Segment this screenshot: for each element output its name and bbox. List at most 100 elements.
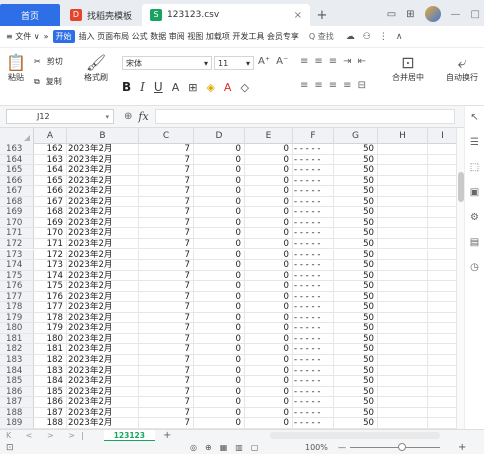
cell-i[interactable] (428, 186, 456, 197)
cell-c[interactable]: 7 (139, 207, 194, 218)
cell-a[interactable]: 172 (34, 249, 67, 261)
cell-c[interactable]: 7 (139, 323, 194, 334)
cell-b[interactable]: 2023年2月 (67, 281, 139, 292)
cell-i[interactable] (428, 313, 456, 324)
column-header-c[interactable]: C (139, 128, 194, 144)
cell-h[interactable] (378, 333, 428, 345)
cell-i[interactable] (428, 165, 456, 176)
cell-d[interactable]: 0 (194, 355, 245, 366)
cell-g[interactable]: 50 (334, 186, 378, 197)
cell-f[interactable]: - - - - - (293, 365, 334, 377)
cell-c[interactable]: 7 (139, 249, 194, 261)
cell-c[interactable]: 7 (139, 238, 194, 250)
cell-c[interactable]: 7 (139, 165, 194, 176)
cell-i[interactable] (428, 197, 456, 208)
cell-c[interactable]: 7 (139, 228, 194, 239)
cell-e[interactable]: 0 (245, 386, 293, 398)
align-top-icon[interactable]: ≡ (300, 56, 308, 67)
sheet-tab[interactable]: 123123 (103, 429, 155, 442)
cell-c[interactable]: 7 (139, 260, 194, 271)
cell-e[interactable]: 0 (245, 186, 293, 197)
cell-i[interactable] (428, 250, 456, 261)
cell-d[interactable]: 0 (194, 186, 245, 197)
cell-h[interactable] (378, 165, 428, 176)
cell-a[interactable]: 180 (34, 333, 67, 345)
cell-g[interactable]: 50 (334, 207, 378, 218)
cell-b[interactable]: 2023年2月 (67, 175, 139, 187)
cell-i[interactable] (428, 323, 456, 334)
cell-e[interactable]: 0 (245, 228, 293, 239)
cell-h[interactable] (378, 407, 428, 419)
cell-b[interactable]: 2023年2月 (67, 344, 139, 355)
cell-c[interactable]: 7 (139, 365, 194, 377)
reading-mode-icon[interactable]: ⊕ (205, 443, 212, 452)
cell-b[interactable]: 2023年2月 (67, 323, 139, 334)
font-shrink-icon[interactable]: A⁻ (276, 56, 288, 67)
cell-a[interactable]: 164 (34, 165, 67, 176)
italic-icon[interactable]: I (140, 80, 145, 94)
vertical-scrollbar[interactable] (456, 128, 464, 429)
layout-icon[interactable]: ▭ (387, 9, 396, 20)
cell-c[interactable]: 7 (139, 376, 194, 387)
restore-button[interactable]: □ (471, 9, 480, 20)
cell-d[interactable]: 0 (194, 154, 245, 166)
cloud-icon[interactable]: ☁ (346, 32, 355, 42)
cell-b[interactable]: 2023年2月 (67, 238, 139, 250)
align-left-icon[interactable]: ≡ (300, 80, 308, 91)
cell-g[interactable]: 50 (334, 344, 378, 355)
cell-e[interactable]: 0 (245, 418, 293, 429)
cell-i[interactable] (428, 397, 456, 408)
cell-g[interactable]: 50 (334, 228, 378, 239)
cell-g[interactable]: 50 (334, 365, 378, 377)
justify-icon[interactable]: ≡ (343, 80, 351, 91)
cell-g[interactable]: 50 (334, 355, 378, 366)
row-header[interactable]: 164 (0, 154, 34, 166)
cell-h[interactable] (378, 260, 428, 271)
border-icon[interactable]: ⊞ (188, 81, 197, 94)
cell-e[interactable]: 0 (245, 355, 293, 366)
zoom-slider-knob[interactable] (398, 443, 406, 451)
cell-e[interactable]: 0 (245, 376, 293, 387)
cell-i[interactable] (428, 271, 456, 282)
cell-h[interactable] (378, 249, 428, 261)
cell-g[interactable]: 50 (334, 418, 378, 429)
properties-icon[interactable]: ☰ (470, 137, 479, 148)
cell-g[interactable]: 50 (334, 323, 378, 334)
cell-g[interactable]: 50 (334, 260, 378, 271)
row-header[interactable]: 189 (0, 418, 34, 429)
cell-e[interactable]: 0 (245, 312, 293, 324)
row-header[interactable]: 182 (0, 344, 34, 355)
cell-i[interactable] (428, 376, 456, 387)
cell-h[interactable] (378, 386, 428, 398)
search-button[interactable]: Q 查找 (309, 31, 334, 42)
row-header[interactable]: 163 (0, 144, 34, 155)
cell-c[interactable]: 7 (139, 291, 194, 303)
cell-c[interactable]: 7 (139, 217, 194, 229)
cell-i[interactable] (428, 144, 456, 155)
bold-icon[interactable]: B (122, 80, 131, 94)
paste-button[interactable]: 📋 粘贴 (6, 54, 26, 83)
cell-e[interactable]: 0 (245, 238, 293, 250)
cell-i[interactable] (428, 334, 456, 345)
row-header[interactable]: 186 (0, 386, 34, 398)
cell-i[interactable] (428, 239, 456, 250)
cell-f[interactable]: - - - - - (293, 154, 334, 166)
cell-g[interactable]: 50 (334, 238, 378, 250)
column-header-h[interactable]: H (378, 128, 428, 144)
cell-h[interactable] (378, 238, 428, 250)
avatar[interactable] (424, 6, 441, 22)
cell-f[interactable]: - - - - - (293, 344, 334, 355)
cell-i[interactable] (428, 260, 456, 271)
cell-d[interactable]: 0 (194, 175, 245, 187)
align-center-icon[interactable]: ≡ (314, 80, 322, 91)
row-header[interactable]: 185 (0, 376, 34, 387)
cell-h[interactable] (378, 344, 428, 355)
cell-g[interactable]: 50 (334, 281, 378, 292)
cell-f[interactable]: - - - - - (293, 228, 334, 239)
cell-b[interactable]: 2023年2月 (67, 407, 139, 419)
chart-icon[interactable]: ▤ (470, 237, 479, 248)
cell-h[interactable] (378, 186, 428, 197)
cell-c[interactable]: 7 (139, 175, 194, 187)
cell-c[interactable]: 7 (139, 302, 194, 313)
cell-g[interactable]: 50 (334, 196, 378, 208)
